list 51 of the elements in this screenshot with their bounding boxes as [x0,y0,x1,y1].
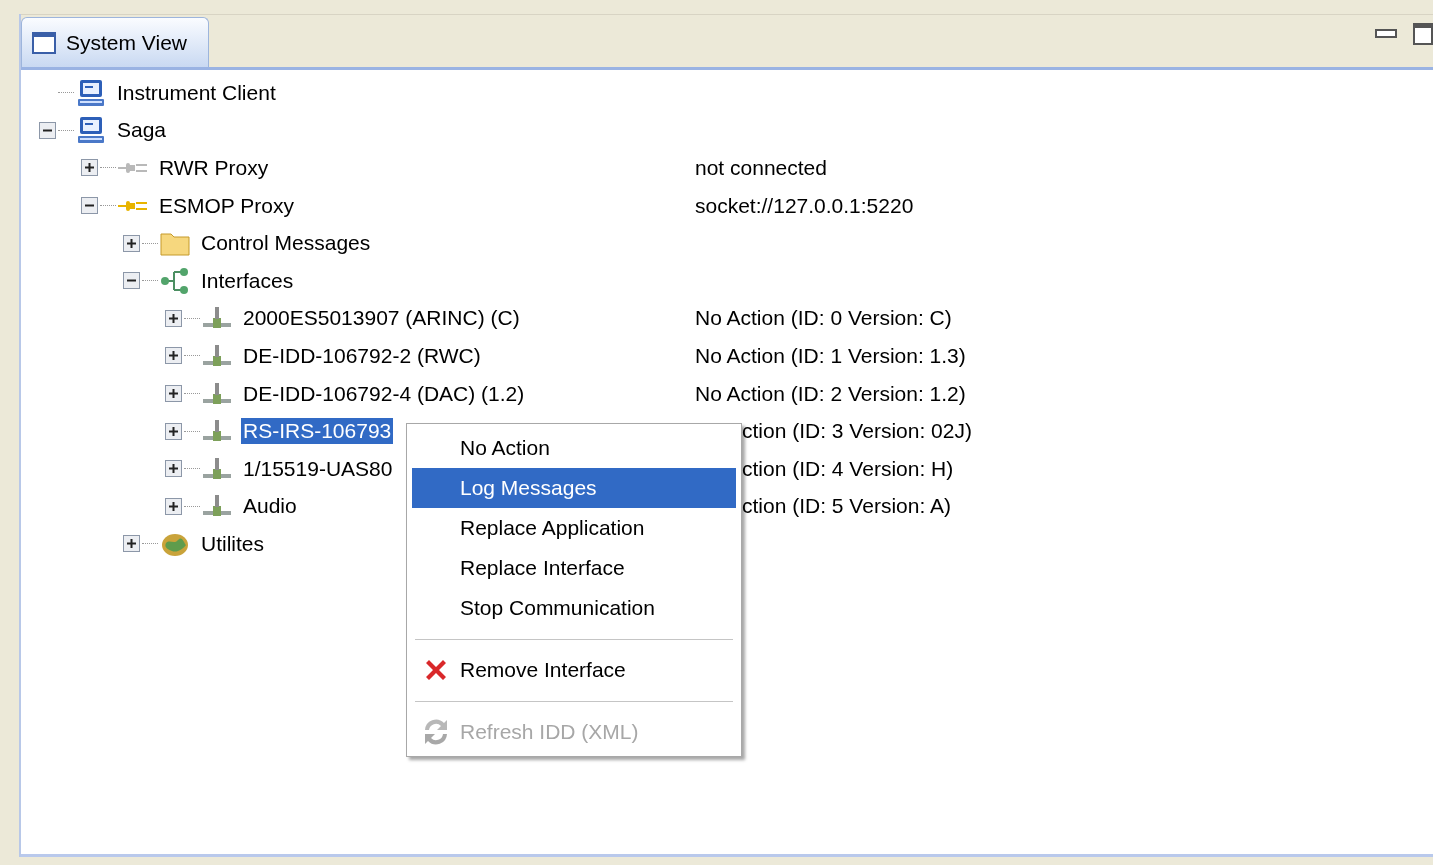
status-text: not connected [695,156,827,180]
folder-icon [160,230,190,257]
menu-item[interactable]: No Action [412,428,736,468]
status-text: ction (ID: 5 Version: A) [741,494,951,519]
tree-item[interactable]: Instrument Client [115,79,278,106]
status-text: ction (ID: 3 Version: 02J) [741,419,972,444]
tree-item[interactable]: RS-IRS-106793 [241,418,394,445]
status-text: No Action (ID: 2 Version: 1.2) [695,381,966,406]
status-text: socket://127.0.0.1:5220 [695,193,914,218]
status-text: No Action (ID: 1 Version: 1.3) [695,343,966,368]
tree-item[interactable]: RWR Proxy [157,155,271,181]
tree-item[interactable]: ESMOP Proxy [157,192,296,219]
tree-item[interactable]: Audio [241,493,299,520]
menu-item[interactable]: Replace Application [412,508,736,548]
tree-item[interactable]: Interfaces [199,267,296,294]
network-icon [160,266,190,295]
menu-item[interactable]: Stop Communication [412,588,736,628]
tree-item[interactable]: Control Messages [199,230,373,257]
collapse-toggle[interactable] [123,272,140,290]
status-text: No Action (ID: 0 Version: C) [695,306,952,331]
minimize-icon[interactable] [1375,29,1397,39]
computer-icon [76,115,106,146]
expand-toggle[interactable] [165,309,182,327]
expand-toggle[interactable] [165,497,182,515]
connector-icon [202,455,232,482]
tree-item[interactable]: DE-IDD-106792-4 (DAC) (1.2) [241,380,527,407]
view-tab[interactable]: System View [21,17,209,67]
computer-icon [76,77,106,108]
window-icon [32,31,56,54]
collapse-toggle[interactable] [39,121,56,139]
expand-toggle[interactable] [165,460,182,478]
expand-toggle[interactable] [165,347,182,365]
collapse-toggle[interactable] [81,197,98,215]
menu-item[interactable]: Remove Interface [412,650,736,690]
expand-toggle[interactable] [165,385,182,403]
connector-icon [202,380,232,407]
maximize-icon[interactable] [1413,23,1433,45]
tree-item[interactable]: 1/15519-UAS80 [241,455,395,482]
expand-toggle[interactable] [123,535,140,553]
expand-toggle[interactable] [165,422,182,440]
plug-icon [118,160,148,176]
expand-toggle[interactable] [123,234,140,252]
status-text: ction (ID: 4 Version: H) [741,456,954,481]
tree-item[interactable]: DE-IDD-106792-2 (RWC) [241,342,483,369]
connector-icon [202,342,232,369]
menu-item[interactable]: Replace Interface [412,548,736,588]
menu-item[interactable]: Log Messages [412,468,736,508]
tree-item[interactable]: Utilites [199,530,266,557]
tree-item[interactable]: Saga [115,117,169,144]
tree-item[interactable]: 2000ES5013907 (ARINC) (C) [241,305,522,332]
expand-toggle[interactable] [81,159,98,177]
